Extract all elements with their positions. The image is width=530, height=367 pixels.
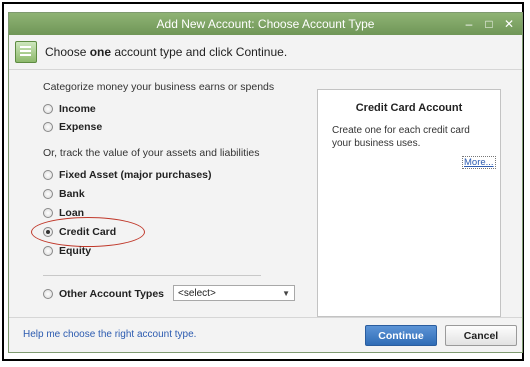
account-list-icon (15, 41, 37, 63)
radio-label: Expense (59, 121, 103, 133)
radio-button-icon[interactable] (43, 289, 53, 299)
description-text: Create one for each credit card your bus… (332, 125, 470, 149)
window-controls: – □ ✕ (462, 13, 516, 35)
header-divider (9, 69, 522, 70)
radio-label: Other Account Types (59, 288, 165, 300)
income-group-label: Categorize money your business earns or … (43, 81, 275, 93)
radio-equity[interactable]: Equity (43, 245, 91, 257)
minimize-icon[interactable]: – (462, 13, 476, 35)
instruction-bold: one (89, 45, 112, 59)
radio-button-icon[interactable] (43, 104, 53, 114)
screenshot-frame: Add New Account: Choose Account Type – □… (2, 2, 524, 361)
radio-other-account-types[interactable]: Other Account Types (43, 288, 164, 300)
radio-label: Equity (59, 245, 92, 257)
radio-bank[interactable]: Bank (43, 188, 85, 200)
more-link[interactable]: More... (462, 156, 496, 169)
select-value: <select> (178, 288, 216, 299)
radio-button-icon[interactable] (43, 246, 53, 256)
continue-button[interactable]: Continue (365, 325, 437, 346)
cancel-button[interactable]: Cancel (445, 325, 517, 346)
add-account-dialog: Add New Account: Choose Account Type – □… (8, 12, 523, 353)
footer-divider (9, 317, 522, 318)
radio-label: Fixed Asset (major purchases) (59, 169, 212, 181)
instruction-pre: Choose (45, 45, 90, 59)
maximize-icon[interactable]: □ (482, 13, 496, 35)
instruction-post: account type and click Continue. (111, 45, 288, 59)
window-title: Add New Account: Choose Account Type (156, 17, 375, 31)
other-account-type-select[interactable]: <select> ▼ (173, 285, 295, 301)
highlight-oval (31, 217, 145, 247)
radio-label: Income (59, 103, 96, 115)
radio-button-icon[interactable] (43, 208, 53, 218)
help-link[interactable]: Help me choose the right account type. (23, 329, 196, 340)
radio-expense[interactable]: Expense (43, 121, 102, 133)
radio-income[interactable]: Income (43, 103, 96, 115)
chevron-down-icon[interactable]: ▼ (282, 286, 290, 302)
title-bar: Add New Account: Choose Account Type – □… (9, 13, 522, 35)
radio-label: Bank (59, 188, 85, 200)
asset-group-label: Or, track the value of your assets and l… (43, 147, 260, 159)
instruction-text: Choose one account type and click Contin… (45, 45, 287, 59)
radio-button-icon[interactable] (43, 189, 53, 199)
close-icon[interactable]: ✕ (502, 13, 516, 35)
description-title: Credit Card Account (355, 102, 463, 114)
radio-button-icon[interactable] (43, 170, 53, 180)
options-divider (43, 275, 261, 276)
description-panel: Credit Card Account Create one for each … (317, 89, 501, 317)
radio-button-icon[interactable] (43, 122, 53, 132)
radio-fixed-asset[interactable]: Fixed Asset (major purchases) (43, 169, 212, 181)
